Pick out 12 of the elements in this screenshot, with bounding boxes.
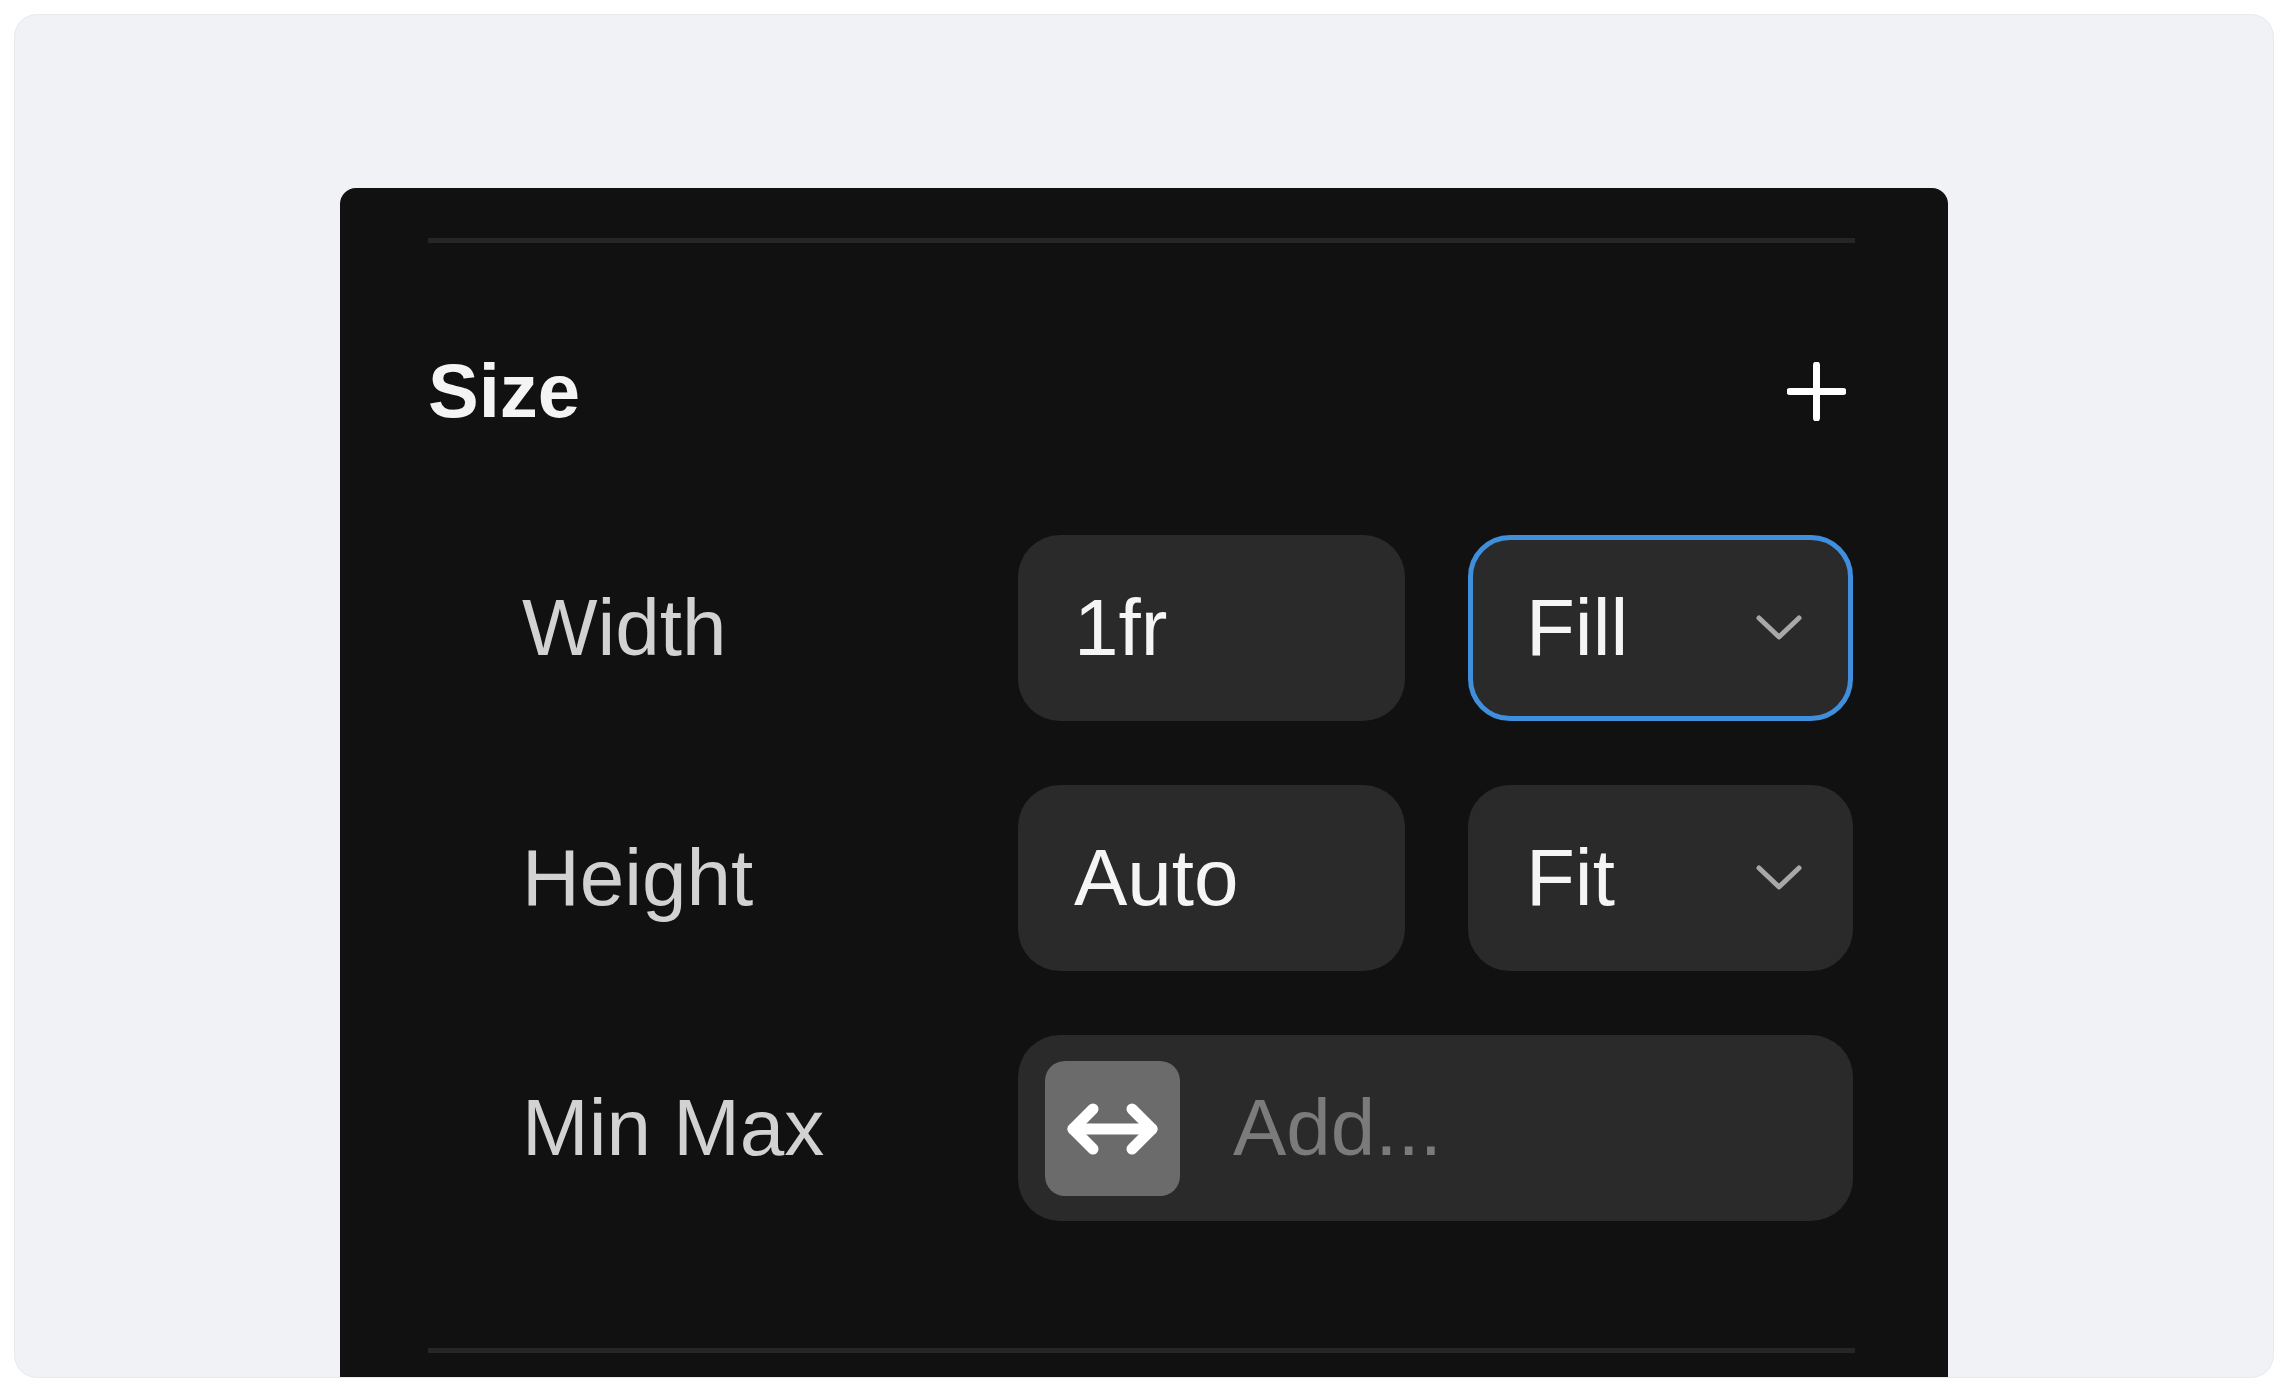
field-label: Min Max — [521, 1088, 826, 1168]
chevron-down-icon — [1755, 864, 1803, 892]
dropdown[interactable]: Fill — [1468, 535, 1853, 721]
value-field[interactable]: 1fr — [1018, 535, 1405, 721]
plus-icon[interactable] — [1787, 361, 1846, 421]
add-input[interactable]: Add... — [1233, 1082, 1853, 1174]
min-max-field[interactable]: Add... — [1018, 1035, 1853, 1221]
field-label: Width — [521, 588, 728, 668]
chevron-down-icon — [1755, 614, 1803, 642]
section-title: Size — [428, 353, 581, 429]
dropdown[interactable]: Fit — [1468, 785, 1853, 971]
value-field[interactable]: Auto — [1018, 785, 1405, 971]
